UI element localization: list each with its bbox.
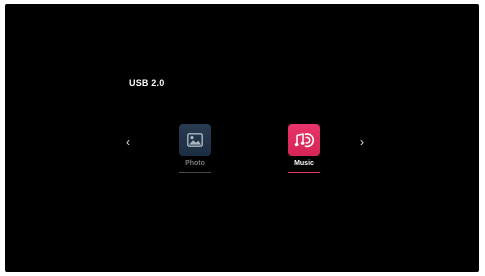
tile-label-music: Music: [294, 160, 314, 167]
tile-music[interactable]: Music: [286, 124, 322, 173]
chevron-left-icon: ‹: [126, 135, 130, 149]
next-button[interactable]: ›: [356, 136, 368, 148]
media-browser-screen: USB 2.0 ‹ Photo Music ›: [5, 4, 479, 272]
photo-icon: [187, 133, 203, 147]
tile-photo[interactable]: Photo: [177, 124, 213, 173]
previous-button[interactable]: ‹: [122, 136, 134, 148]
chevron-right-icon: ›: [360, 135, 364, 149]
source-title: USB 2.0: [129, 78, 165, 88]
tile-label-photo: Photo: [185, 160, 205, 167]
tile-underline-photo: [179, 172, 211, 173]
tile-underline-music: [288, 172, 320, 173]
photo-tile-icon-box: [179, 124, 211, 156]
music-tile-icon-box: [288, 124, 320, 156]
music-icon: [294, 133, 314, 148]
